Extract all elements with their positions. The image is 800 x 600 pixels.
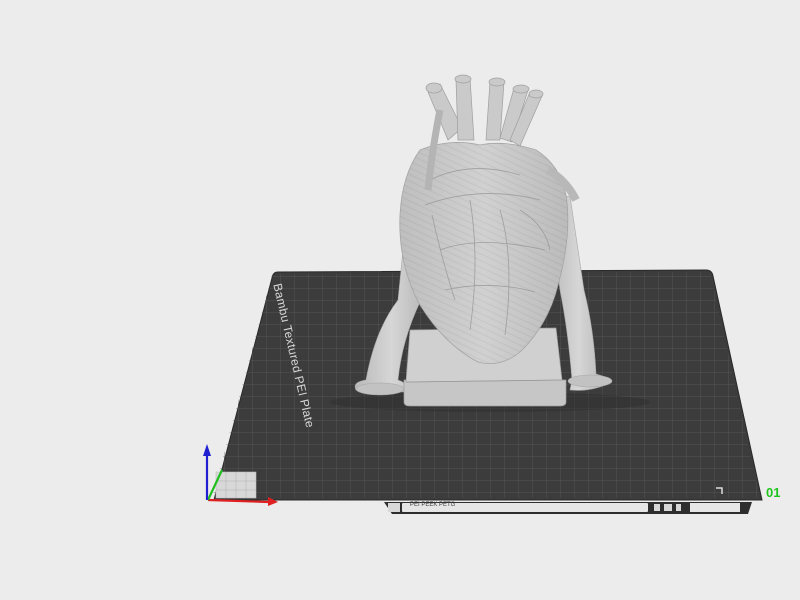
strip-icon-c [676, 504, 681, 511]
3d-viewport[interactable]: Bambu Textured PEI Plate 01 PEI PEEK PET… [0, 0, 800, 600]
stand-base-bottom [403, 379, 567, 407]
viewport-canvas[interactable] [0, 0, 800, 600]
strip-code-icon [388, 503, 400, 512]
left-support-foot [355, 382, 405, 396]
plate-number-badge[interactable]: 01 [766, 485, 780, 500]
strip-code-text: PEI PEEK PETG [410, 502, 456, 508]
strip-icon-b [664, 504, 672, 511]
right-support-foot [567, 374, 613, 388]
z-axis-arrow-icon [203, 444, 211, 456]
strip-icon-a [654, 504, 660, 511]
heart-vessels [425, 74, 544, 147]
